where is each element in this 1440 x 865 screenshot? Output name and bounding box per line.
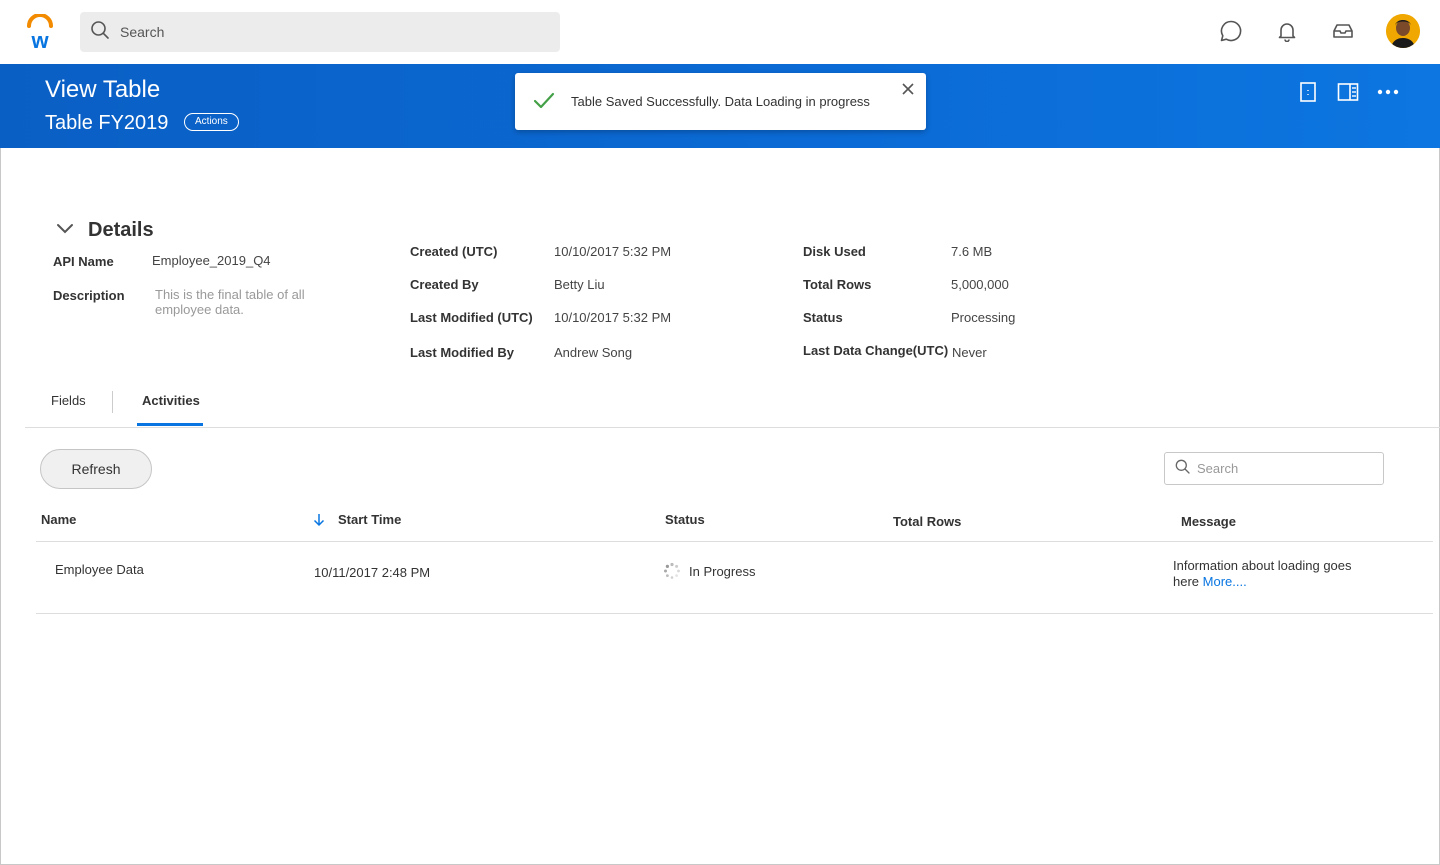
details-heading: Details: [88, 219, 154, 241]
chat-icon[interactable]: [1218, 18, 1244, 44]
total-rows-value: 5,000,000: [951, 277, 1009, 292]
close-icon[interactable]: [900, 81, 916, 97]
more-options-icon[interactable]: [1376, 80, 1400, 104]
details-section-toggle[interactable]: Details: [56, 219, 154, 242]
workday-logo-icon[interactable]: w: [24, 13, 56, 53]
last-data-change-label: Last Data Change(UTC): [803, 343, 949, 358]
toast-message: Table Saved Successfully. Data Loading i…: [571, 94, 870, 109]
created-by-label: Created By: [410, 277, 479, 292]
global-search-placeholder: Search: [120, 24, 165, 40]
row-status: In Progress: [689, 564, 756, 579]
last-modified-by-value: Andrew Song: [554, 345, 633, 360]
total-rows-label: Total Rows: [803, 277, 872, 292]
created-utc-label: Created (UTC): [410, 244, 498, 259]
tab-fields[interactable]: Fields: [51, 393, 86, 408]
checkmark-icon: [533, 91, 555, 116]
activities-search-placeholder: Search: [1197, 461, 1239, 476]
tab-activities[interactable]: Activities: [142, 393, 200, 408]
split-view-icon[interactable]: [1336, 80, 1360, 104]
disk-used-value: 7.6 MB: [951, 244, 993, 259]
last-modified-utc-label: Last Modified (UTC): [410, 310, 533, 325]
row-start-time: 10/11/2017 2:48 PM: [314, 565, 431, 580]
last-modified-utc-value: 10/10/2017 5:32 PM: [554, 310, 672, 325]
column-header-message[interactable]: Message: [1181, 514, 1236, 529]
active-tab-indicator: [137, 423, 203, 426]
top-bar: w Search: [0, 0, 1440, 64]
svg-text:w: w: [30, 28, 49, 50]
status-label: Status: [803, 310, 843, 325]
search-icon: [1175, 459, 1190, 479]
column-header-total-rows[interactable]: Total Rows: [893, 514, 961, 529]
sort-descending-icon[interactable]: [312, 513, 326, 532]
table-row-divider: [36, 613, 1433, 614]
column-header-name[interactable]: Name: [41, 512, 76, 527]
tab-bar: Fields Activities: [25, 380, 1440, 428]
description-value: This is the final table of all employee …: [155, 287, 305, 317]
tab-separator: [112, 391, 113, 413]
document-icon[interactable]: [1296, 80, 1320, 104]
row-name: Employee Data: [55, 562, 144, 577]
search-icon: [90, 20, 110, 45]
user-avatar[interactable]: [1386, 14, 1420, 48]
global-search[interactable]: Search: [80, 12, 560, 52]
last-data-change-value: Never: [952, 345, 987, 360]
chevron-down-icon: [56, 222, 74, 240]
table-header-divider: [36, 541, 1433, 542]
page-subtitle: Table FY2019: [45, 112, 169, 134]
row-message: Information about loading goes here More…: [1173, 558, 1353, 590]
created-utc-value: 10/10/2017 5:32 PM: [554, 244, 672, 259]
api-name-label: API Name: [53, 254, 114, 269]
actions-button[interactable]: Actions: [184, 113, 239, 131]
last-modified-by-label: Last Modified By: [410, 345, 515, 360]
created-by-value: Betty Liu: [554, 277, 605, 292]
refresh-button[interactable]: Refresh: [40, 449, 152, 489]
page-title: View Table: [45, 76, 161, 103]
inbox-icon[interactable]: [1330, 18, 1356, 44]
status-value: Processing: [951, 310, 1016, 325]
more-link[interactable]: More....: [1203, 574, 1247, 589]
api-name-value: Employee_2019_Q4: [152, 253, 271, 268]
disk-used-label: Disk Used: [803, 244, 866, 259]
success-toast: Table Saved Successfully. Data Loading i…: [515, 73, 926, 130]
bell-icon[interactable]: [1274, 18, 1300, 44]
loading-spinner-icon: [663, 562, 681, 580]
row-message-text: Information about loading goes here: [1173, 558, 1352, 589]
column-header-status[interactable]: Status: [665, 512, 705, 527]
column-header-start-time[interactable]: Start Time: [338, 512, 401, 527]
activities-search-input[interactable]: Search: [1164, 452, 1384, 485]
description-label: Description: [53, 288, 125, 303]
